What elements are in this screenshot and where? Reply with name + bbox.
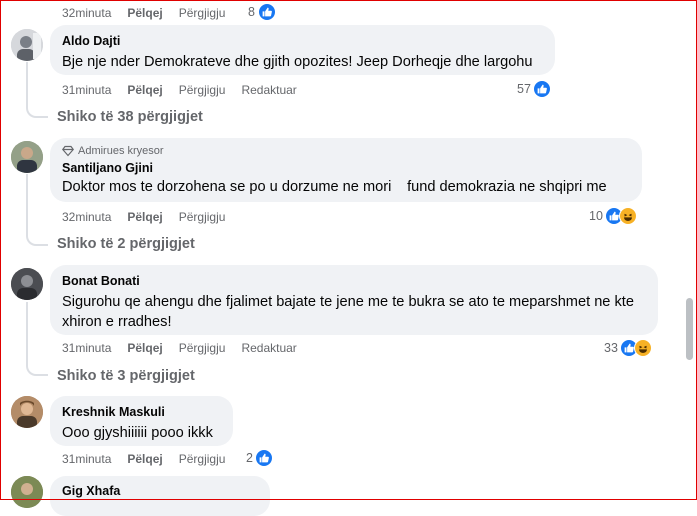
haha-reaction-icon: [633, 339, 652, 357]
view-replies-link[interactable]: Shiko të 3 përgjigjet: [57, 368, 195, 384]
like-reaction-icon: [257, 3, 276, 21]
comment-bubble: Bonat Bonati Sigurohu qe ahengu dhe fjal…: [50, 265, 658, 335]
avatar[interactable]: [11, 396, 43, 428]
comment-text: Doktor mos te dorzohena se po u dorzume …: [62, 179, 607, 195]
avatar[interactable]: [11, 29, 43, 61]
comment-time[interactable]: 31minuta: [62, 83, 111, 97]
reaction-summary[interactable]: 33: [604, 339, 652, 357]
thread-line: [26, 174, 48, 246]
reaction-summary[interactable]: 57: [517, 80, 551, 98]
thread-line: [26, 302, 48, 376]
comment-actions: 32minuta Pëlqej Përgjigju: [62, 210, 241, 224]
prev-comment-actions: 32minuta Pëlqej Përgjigju: [62, 6, 241, 20]
comment-actions: 31minuta Pëlqej Përgjigju Redaktuar: [62, 83, 313, 97]
scrollbar-thumb[interactable]: [686, 298, 693, 360]
comment-bubble: Aldo Dajti Bje nje nder Demokrateve dhe …: [50, 25, 555, 75]
like-reaction-icon: [254, 449, 273, 467]
reaction-summary[interactable]: 2: [246, 449, 273, 467]
comment-author[interactable]: Bonat Bonati: [62, 273, 646, 289]
thread-line: [26, 62, 48, 118]
reply-action[interactable]: Përgjigju: [179, 452, 226, 466]
comment-text: Ooo gjyshiiiiii pooo ikkk: [62, 425, 213, 441]
edited-label: Redaktuar: [241, 341, 297, 355]
view-replies-link[interactable]: Shiko të 2 përgjigjet: [57, 236, 195, 252]
avatar[interactable]: [11, 141, 43, 173]
comment-author[interactable]: Gig Xhafa: [62, 483, 258, 499]
comment-bubble: Gig Xhafa: [50, 476, 270, 516]
comment-time[interactable]: 31minuta: [62, 341, 111, 355]
reply-action[interactable]: Përgjigju: [179, 210, 226, 224]
comment-actions: 31minuta Pëlqej Përgjigju Redaktuar: [62, 341, 313, 355]
reply-action[interactable]: Përgjigju: [179, 341, 226, 355]
comment-author[interactable]: Kreshnik Maskuli: [62, 404, 221, 420]
like-action[interactable]: Pëlqej: [127, 210, 162, 224]
reply-action[interactable]: Përgjigju: [179, 6, 226, 20]
scrollbar-track[interactable]: [684, 1, 696, 498]
comment-bubble: Kreshnik Maskuli Ooo gjyshiiiiii pooo ik…: [50, 396, 233, 446]
comment-bubble: Admirues kryesor Santiljano Gjini Doktor…: [50, 138, 642, 202]
comment-time[interactable]: 32minuta: [62, 6, 111, 20]
reaction-count: 33: [604, 341, 618, 355]
like-reaction-icon: [532, 80, 551, 98]
avatar[interactable]: [11, 268, 43, 300]
reaction-summary[interactable]: 8: [248, 3, 276, 21]
reaction-count: 8: [248, 5, 255, 19]
comment-actions: 31minuta Pëlqej Përgjigju: [62, 452, 241, 466]
comment-author[interactable]: Aldo Dajti: [62, 33, 543, 49]
like-action[interactable]: Pëlqej: [127, 83, 162, 97]
like-action[interactable]: Pëlqej: [127, 452, 162, 466]
badge-label: Admirues kryesor: [78, 145, 164, 157]
view-replies-link[interactable]: Shiko të 38 përgjigjet: [57, 109, 203, 125]
edited-label: Redaktuar: [241, 83, 297, 97]
like-action[interactable]: Pëlqej: [127, 341, 162, 355]
reaction-count: 2: [246, 451, 253, 465]
comment-text: Sigurohu qe ahengu dhe fjalimet bajate t…: [62, 294, 634, 330]
like-action[interactable]: Pëlqej: [127, 6, 162, 20]
haha-reaction-icon: [618, 207, 637, 225]
top-fan-badge: Admirues kryesor: [62, 144, 630, 158]
reply-action[interactable]: Përgjigju: [179, 83, 226, 97]
comment-text: Bje nje nder Demokrateve dhe gjith opozi…: [62, 54, 533, 70]
avatar[interactable]: [11, 476, 43, 508]
diamond-icon: [62, 145, 74, 157]
reaction-count: 57: [517, 82, 531, 96]
comment-time[interactable]: 31minuta: [62, 452, 111, 466]
comment-time[interactable]: 32minuta: [62, 210, 111, 224]
comment-author[interactable]: Santiljano Gjini: [62, 160, 630, 176]
reaction-count: 10: [589, 209, 603, 223]
reaction-summary[interactable]: 10: [589, 207, 637, 225]
